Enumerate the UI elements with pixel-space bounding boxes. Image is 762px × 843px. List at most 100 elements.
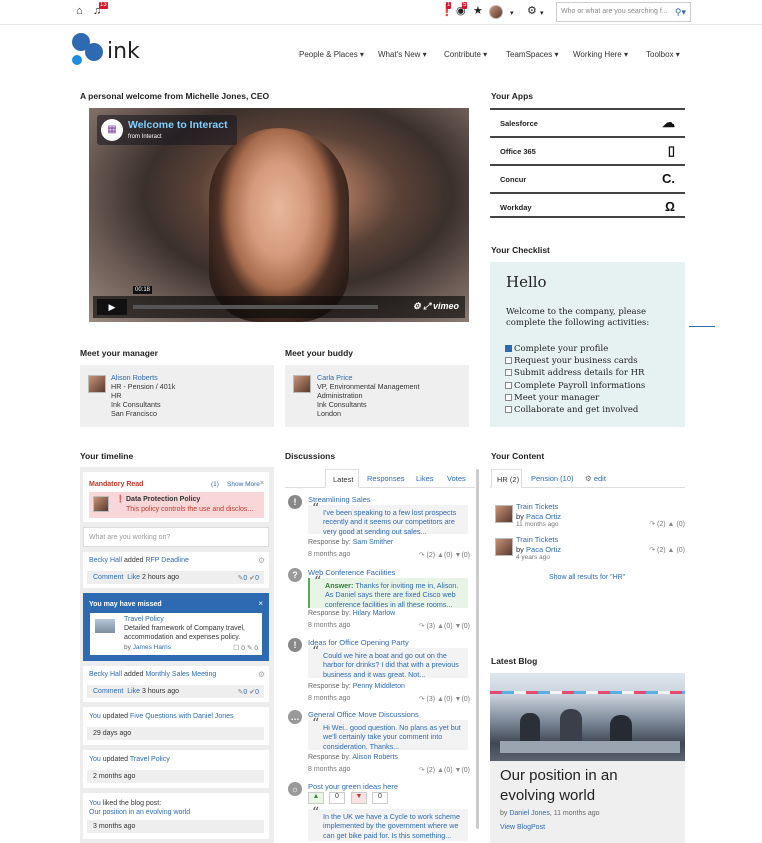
discussion-quote[interactable]: I've been speaking to a few lost prospec… [308, 505, 468, 536]
like-link[interactable]: Like [127, 688, 140, 695]
manager-avatar[interactable] [88, 375, 106, 393]
checklist-item[interactable]: Collaborate and get involved [505, 404, 645, 416]
discussion-title[interactable]: Ideas for Office Opening Party [308, 638, 409, 647]
nav-item-contribute[interactable]: Contribute ▾ [444, 50, 487, 59]
you-link[interactable]: You [89, 713, 101, 720]
nav-item-whats-new[interactable]: What's New ▾ [378, 50, 427, 59]
discussion-quote[interactable]: Could we hire a boat and go out on the h… [308, 648, 468, 679]
author-link[interactable]: James Harris [133, 644, 171, 651]
author-avatar[interactable] [495, 505, 513, 523]
star-icon[interactable]: ★ [473, 6, 483, 17]
tab-responses[interactable]: Responses [367, 474, 405, 483]
nav-item-toolbox[interactable]: Toolbox ▾ [646, 50, 680, 59]
show-more-link[interactable]: Show More [227, 481, 260, 488]
close-icon[interactable]: × [260, 480, 264, 487]
responder-link[interactable]: Alison Roberts [352, 754, 398, 761]
checklist-item[interactable]: Complete your profile [505, 343, 645, 355]
home-icon[interactable]: ⌂ [76, 6, 83, 17]
vimeo-logo[interactable]: ⚙ ⤢ vimeo [413, 301, 459, 312]
missed-item[interactable]: Travel Policy Detailed framework of Comp… [90, 613, 262, 655]
checkbox[interactable] [505, 381, 512, 389]
checklist-item[interactable]: Complete Payroll informations [505, 380, 645, 392]
buddy-name[interactable]: Carla Price [317, 373, 420, 382]
tab-likes[interactable]: Likes [416, 474, 434, 483]
scrollbar[interactable] [476, 469, 479, 829]
thumbs-down-button[interactable]: ▼ [351, 792, 367, 804]
policy-title[interactable]: Data Protection Policy [126, 496, 200, 503]
tab-pension[interactable]: Pension (10) [531, 474, 574, 483]
content-title[interactable]: Train Tickets [516, 535, 558, 544]
app-office-365[interactable]: Office 365 ▯ [490, 136, 685, 163]
manager-name[interactable]: Alison Roberts [111, 373, 175, 382]
brand-logo[interactable]: ink [71, 31, 145, 69]
checklist-item[interactable]: Meet your manager [505, 392, 645, 404]
alert-icon[interactable]: ❗ 1 [440, 2, 454, 17]
app-workday[interactable]: Workday Ω [490, 192, 685, 218]
play-button[interactable]: ▶ [97, 299, 127, 315]
nav-item-working-here[interactable]: Working Here ▾ [573, 50, 628, 59]
responder-link[interactable]: Hilary Marlow [353, 610, 395, 617]
checkbox[interactable] [505, 357, 512, 365]
comment-link[interactable]: Comment [93, 688, 123, 695]
author-avatar[interactable] [495, 538, 513, 556]
checkbox[interactable] [505, 406, 512, 414]
gear-icon[interactable]: ⚙ [258, 556, 265, 565]
checkbox[interactable] [505, 393, 512, 401]
author-link[interactable]: Paca Ortiz [526, 545, 561, 554]
responder-link[interactable]: Penny Middleton [353, 683, 405, 690]
tab-latest[interactable]: Latest [325, 469, 359, 488]
nav-item-people[interactable]: People & Places ▾ [299, 50, 364, 59]
app-concur[interactable]: Concur C. [490, 164, 685, 191]
author-link[interactable]: Paca Ortiz [526, 512, 561, 521]
discussion-quote[interactable]: Hi Wei.. good question. No plans as yet … [308, 720, 468, 751]
author-link[interactable]: Daniel Jones [509, 810, 549, 817]
show-all-results-link[interactable]: Show all results for "HR" [549, 574, 625, 581]
discussion-title[interactable]: Post your green ideas here [308, 782, 398, 791]
discussion-title[interactable]: General Office Move Discussions [308, 710, 419, 719]
actor-link[interactable]: Becky Hall [89, 671, 122, 678]
settings-icon[interactable]: ⚙ ⤢ [413, 301, 433, 311]
policy-item[interactable]: ❗ Data Protection Policy This policy con… [89, 492, 264, 518]
mandatory-count[interactable]: (1) [211, 481, 219, 488]
gear-icon[interactable]: ⚙ [527, 6, 537, 17]
missed-title[interactable]: Travel Policy [124, 616, 164, 623]
user-avatar[interactable] [489, 5, 503, 19]
you-link[interactable]: You [89, 800, 101, 807]
nav-item-teamspaces[interactable]: TeamSpaces ▾ [506, 50, 559, 59]
checkbox[interactable] [505, 369, 512, 377]
responder-link[interactable]: Sam Smither [353, 539, 393, 546]
search-input[interactable]: Who or what are you searching f... ⚲▾ [556, 2, 691, 22]
chevron-down-icon[interactable]: ▾ [510, 8, 514, 19]
search-icon[interactable]: ⚲▾ [675, 7, 686, 18]
checklist-item[interactable]: Request your business cards [505, 355, 645, 367]
thumbs-up-button[interactable]: ▲ [308, 792, 324, 804]
video-progress-bar[interactable] [133, 305, 378, 309]
tab-votes[interactable]: Votes [447, 474, 466, 483]
close-icon[interactable]: × [258, 599, 263, 608]
checklist-item[interactable]: Submit address details for HR [505, 367, 645, 379]
edit-link[interactable]: ⚙ edit [585, 474, 606, 483]
like-link[interactable]: Like [127, 574, 140, 581]
comment-link[interactable]: Comment [93, 574, 123, 581]
target-link[interactable]: Five Questions with Daniel Jones [130, 713, 234, 720]
target-link[interactable]: Monthly Sales Meeting [145, 671, 216, 678]
blog-title[interactable]: Our position in an evolving world [500, 766, 670, 806]
tab-hr[interactable]: HR (2) [491, 469, 522, 488]
content-title[interactable]: Train Tickets [516, 502, 558, 511]
blog-image[interactable] [490, 673, 685, 761]
welcome-video[interactable]: ▦ Welcome to Interact from Interact ▶ 00… [89, 108, 469, 322]
target-link[interactable]: Our position in an evolving world [89, 809, 190, 816]
discussion-answer[interactable]: Answer: Thanks for inviting me in, Aliso… [308, 578, 468, 609]
actor-link[interactable]: Becky Hall [89, 557, 122, 564]
gear-icon[interactable]: ⚙ [258, 670, 265, 679]
app-salesforce[interactable]: Salesforce ☁ [490, 108, 685, 135]
discussion-quote[interactable]: In the UK we have a Cycle to work scheme… [308, 809, 468, 841]
chevron-down-icon[interactable]: ▾ [540, 8, 544, 19]
bell-icon[interactable]: ♫ 13 [93, 2, 108, 17]
discussion-title[interactable]: Web Conference Facilities [308, 568, 395, 577]
target-link[interactable]: RFP Deadline [145, 557, 188, 564]
target-link[interactable]: Travel Policy [130, 756, 170, 763]
view-blogpost-link[interactable]: View BlogPost [500, 824, 545, 831]
eye-icon[interactable]: ◉ 5 [456, 2, 468, 17]
status-input[interactable]: What are you working on? [83, 527, 269, 547]
